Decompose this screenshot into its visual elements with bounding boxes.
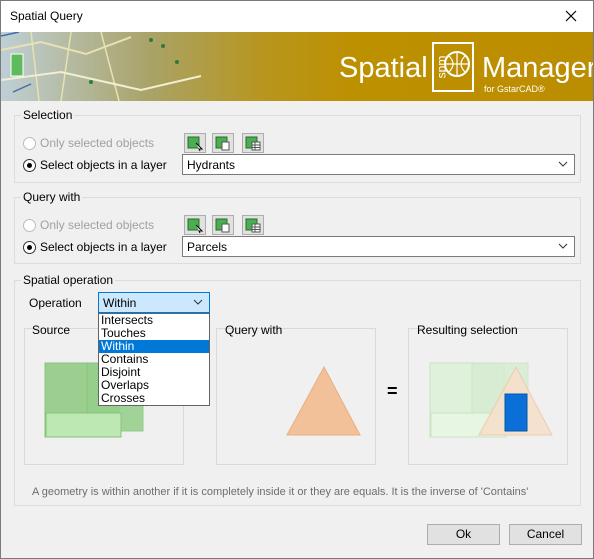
selection-layer-radio[interactable]: Select objects in a layer [23,157,167,173]
selection-group: Selection Only selected objects Select o… [14,108,581,183]
equals-sign: = [387,381,398,401]
spm-logo-icon: spm [432,42,474,92]
brand-name-right: Manager [482,52,593,84]
operation-label: Operation [29,296,82,310]
triangle-illustration [286,365,361,436]
query-layer-value: Parcels [187,240,228,254]
spatial-query-dialog: Spatial Query Spatial spm Manager for Gs… [0,0,594,559]
select-table-icon [245,218,261,233]
radio-button[interactable] [23,136,36,150]
operation-options-list: Intersects Touches Within Contains Disjo… [98,313,210,406]
query-layer-dropdown[interactable]: Parcels [182,236,575,257]
select-object-icon [215,218,230,233]
map-background-icon [1,32,202,101]
operation-dropdown[interactable]: Within [98,292,210,313]
radio-label: Only selected objects [40,136,155,150]
radio-label: Select objects in a layer [40,240,167,254]
result-illustration [429,362,553,438]
ok-button[interactable]: Ok [427,524,500,545]
spatial-operation-label: Spatial operation [21,273,116,287]
query-with-panel [216,328,376,465]
query-layer-radio[interactable]: Select objects in a layer [23,239,167,255]
select-by-table-button[interactable] [242,133,264,153]
spm-logo-text: spm [434,55,449,79]
window-title: Spatial Query [10,9,83,23]
radio-button[interactable] [23,158,36,172]
operation-value: Within [103,296,137,310]
brand-subtitle: for GstarCAD® [484,84,545,94]
title-bar: Spatial Query [1,1,593,32]
result-panel [408,328,568,465]
source-label: Source [32,323,71,337]
query-only-selected-radio[interactable]: Only selected objects [23,217,154,233]
close-icon [565,10,577,22]
brand-logo: Spatial spm Manager for GstarCAD® [339,42,593,97]
result-label: Resulting selection [417,323,518,337]
radio-button[interactable] [23,240,36,254]
query-select-by-window-button[interactable] [184,215,206,235]
selection-layer-dropdown[interactable]: Hydrants [182,154,575,175]
radio-label: Select objects in a layer [40,158,167,172]
header-banner: Spatial spm Manager for GstarCAD® [1,32,593,101]
operation-description: A geometry is within another if it is co… [32,486,529,498]
select-table-icon [245,136,261,151]
radio-label: Only selected objects [40,218,155,232]
chevron-down-icon [558,161,568,167]
select-by-window-button[interactable] [184,133,206,153]
brand-name-left: Spatial [339,52,428,84]
radio-button[interactable] [23,218,36,232]
close-button[interactable] [551,2,591,30]
query-with-panel-label: Query with [225,323,283,337]
query-select-by-object-button[interactable] [212,215,234,235]
select-window-icon [187,218,204,234]
selection-layer-value: Hydrants [187,158,236,172]
chevron-down-icon [193,299,203,305]
selection-only-selected-radio[interactable]: Only selected objects [23,135,154,151]
chevron-down-icon [558,243,568,249]
select-by-object-button[interactable] [212,133,234,153]
select-window-icon [187,136,204,152]
operation-option[interactable]: Crosses [99,392,209,405]
query-with-group-label: Query with [21,190,83,204]
cancel-button[interactable]: Cancel [509,524,582,545]
selection-group-label: Selection [21,108,75,122]
select-object-icon [215,136,230,151]
query-select-by-table-button[interactable] [242,215,264,235]
query-with-group: Query with Only selected objects Select … [14,190,581,264]
